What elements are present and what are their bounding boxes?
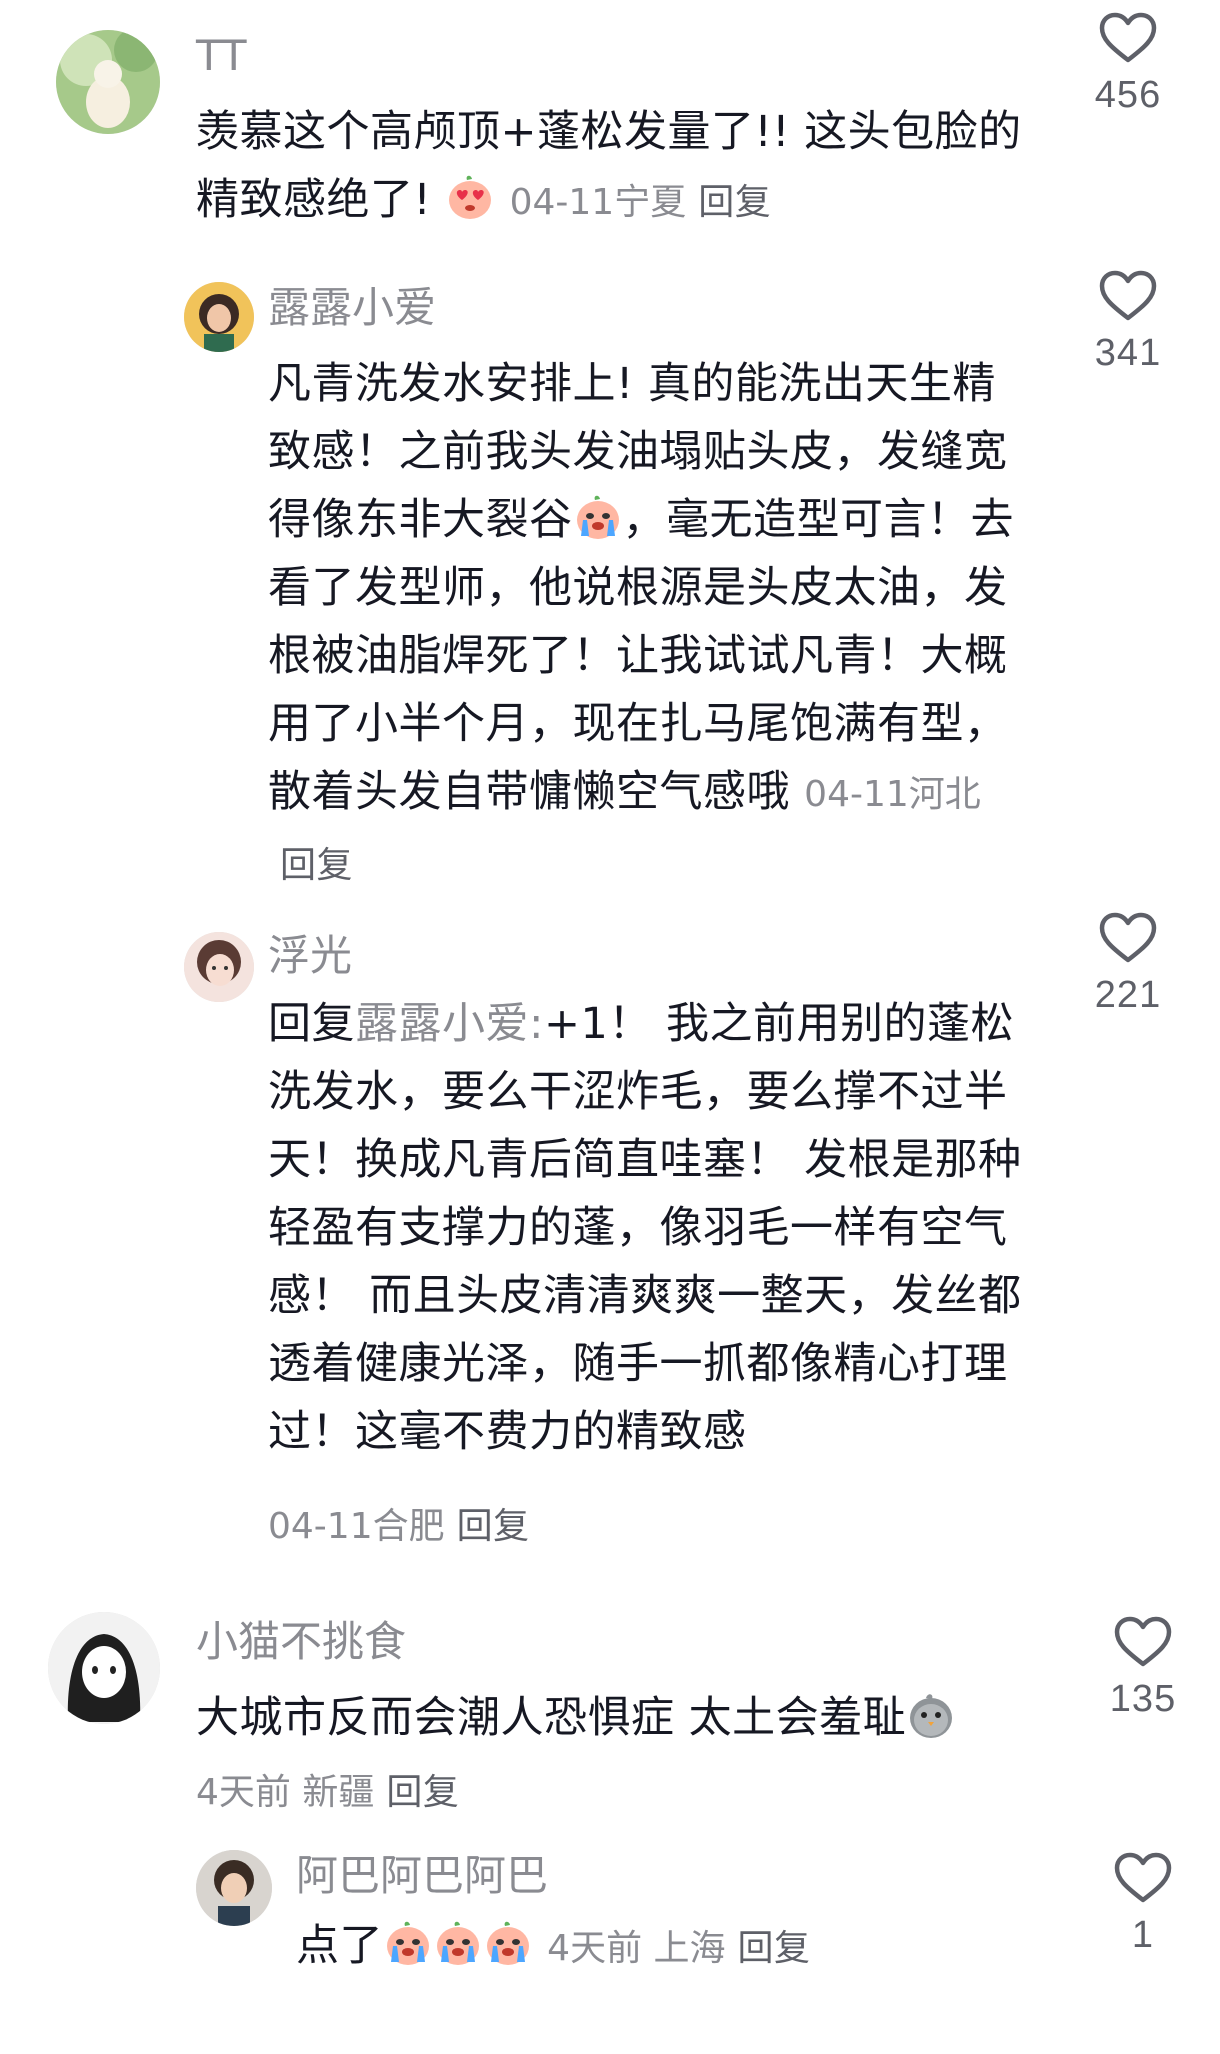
reply-button[interactable]: 回复	[457, 1506, 530, 1547]
comment-username[interactable]: 小猫不挑食	[196, 1618, 406, 1666]
like-button[interactable]: 1	[1098, 1852, 1188, 1957]
like-count: 341	[1094, 332, 1162, 374]
crying-icon	[573, 492, 623, 542]
heart-icon	[1099, 12, 1157, 64]
avatar[interactable]	[48, 1612, 160, 1724]
heart-eyes-icon	[445, 172, 495, 222]
avatar[interactable]	[56, 30, 160, 134]
comment-text: 回复露露小爱:+1！ 我之前用别的蓬松洗发水，要么干涩炸毛，要么撑不过半天！换成…	[268, 990, 1028, 1466]
heart-icon	[1114, 1852, 1172, 1904]
like-count: 135	[1109, 1678, 1177, 1720]
like-button[interactable]: 221	[1083, 912, 1173, 1017]
crying-icon	[383, 1918, 433, 1968]
heart-icon	[1114, 1616, 1172, 1668]
comment-username[interactable]: 浮光	[268, 932, 352, 980]
like-count: 1	[1131, 1914, 1155, 1956]
comment-meta: 4天前 上海	[547, 1928, 726, 1969]
heart-icon	[1099, 912, 1157, 964]
comment-username[interactable]: TT	[196, 32, 247, 80]
comment-body: 大城市反而会潮人恐惧症 太土会羞耻	[196, 1693, 907, 1743]
like-button[interactable]: 135	[1098, 1616, 1188, 1721]
like-button[interactable]: 456	[1083, 12, 1173, 117]
avatar[interactable]	[196, 1850, 272, 1926]
comment-text: 羡慕这个高颅顶+蓬松发量了!! 这头包脸的精致感绝了! 04-11宁夏 回复	[196, 98, 1056, 237]
comment-text: 大城市反而会潮人恐惧症 太土会羞耻	[196, 1684, 1056, 1752]
sad-chick-icon	[906, 1690, 956, 1740]
comment-meta: 04-11宁夏	[509, 182, 687, 223]
crying-icon	[483, 1918, 533, 1968]
reply-button[interactable]: 回复	[386, 1772, 459, 1813]
reply-button[interactable]: 回复	[738, 1928, 811, 1969]
comment-meta: 4天前 新疆	[196, 1772, 375, 1813]
reply-to-username[interactable]: 露露小爱:	[355, 999, 544, 1049]
comment-meta-row: 4天前 新疆 回复	[196, 1756, 956, 1827]
comment-username[interactable]: 阿巴阿巴阿巴	[296, 1852, 548, 1900]
comment-meta: 04-11合肥	[268, 1506, 445, 1547]
heart-icon	[1099, 270, 1157, 322]
comment-meta-row: 04-11合肥 回复	[268, 1490, 1028, 1561]
crying-icon	[433, 1918, 483, 1968]
like-count: 221	[1094, 974, 1162, 1016]
avatar[interactable]	[184, 282, 254, 352]
reply-prefix: 回复	[268, 999, 355, 1049]
like-count: 456	[1094, 74, 1162, 116]
comment-body: 点了	[296, 1921, 383, 1971]
comment-text: 凡青洗发水安排上! 真的能洗出天生精致感！之前我头发油塌贴头皮，发缝宽得像东非大…	[268, 350, 1028, 900]
comment-body: +1！ 我之前用别的蓬松洗发水，要么干涩炸毛，要么撑不过半天！换成凡青后简直哇塞…	[268, 999, 1022, 1457]
avatar[interactable]	[184, 932, 254, 1002]
comment-meta: 04-11河北	[804, 774, 981, 815]
reply-button[interactable]: 回复	[280, 845, 353, 886]
comment-username[interactable]: 露露小爱	[268, 284, 436, 332]
like-button[interactable]: 341	[1083, 270, 1173, 375]
comment-text: 点了 4天前 上海 回复	[296, 1912, 1056, 1983]
reply-button[interactable]: 回复	[698, 182, 771, 223]
